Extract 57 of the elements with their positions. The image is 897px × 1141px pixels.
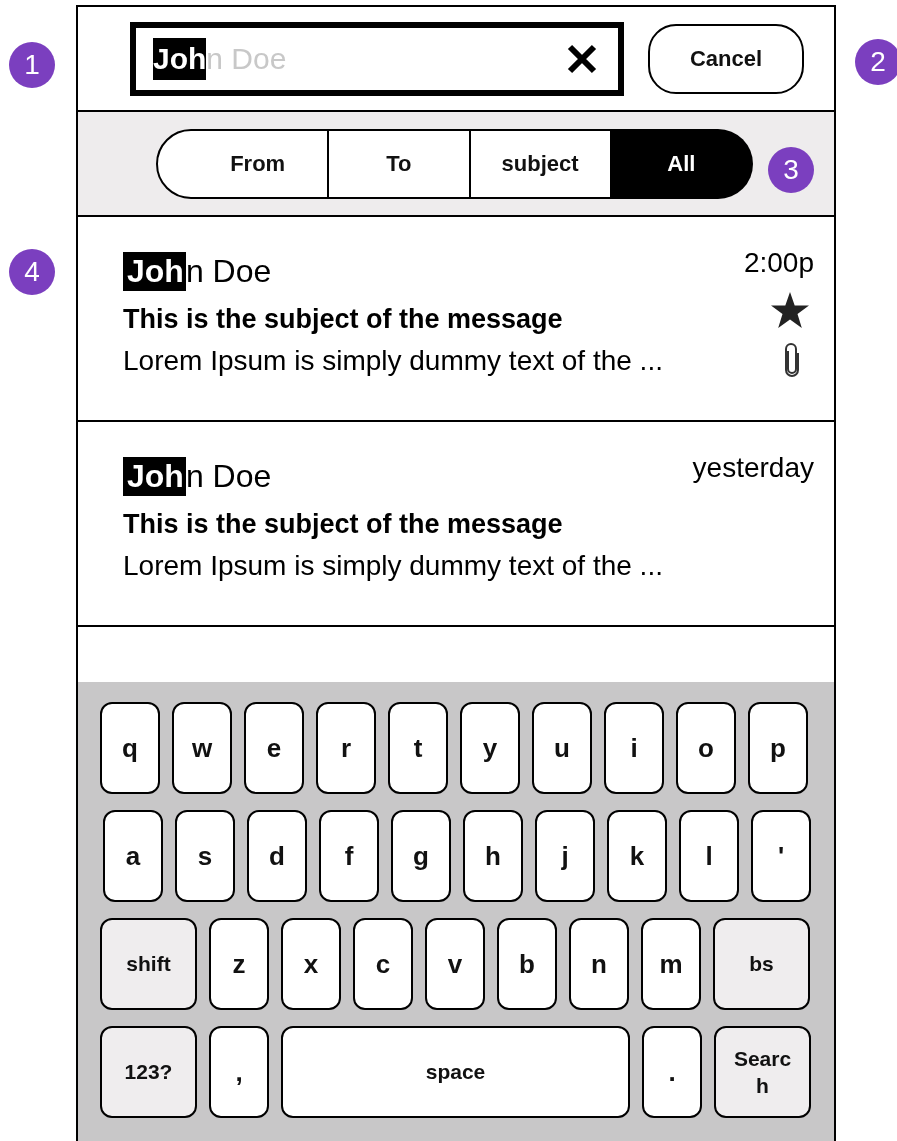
keyboard-key[interactable]: x (281, 918, 341, 1010)
keyboard-key[interactable]: j (535, 810, 595, 902)
message-time: yesterday (692, 452, 814, 484)
keyboard-key[interactable]: u (532, 702, 592, 794)
keyboard-key[interactable]: h (463, 810, 523, 902)
message-subject: This is the subject of the message (123, 304, 564, 335)
keyboard-key[interactable]: l (679, 810, 739, 902)
keyboard-key[interactable]: v (425, 918, 485, 1010)
sender-name: n Doe (185, 253, 272, 289)
message-row[interactable]: John Doe This is the subject of the message Lorem Ipsum is simply dummy text of the ... 2:00p (78, 217, 834, 422)
message-time: 2:00p (743, 247, 814, 279)
keyboard-key[interactable]: w (172, 702, 232, 794)
keyboard-key[interactable]: r (316, 702, 376, 794)
keyboard-key[interactable]: k (607, 810, 667, 902)
name-match: Joh (123, 457, 186, 496)
keyboard-key[interactable]: a (103, 810, 163, 902)
keyboard-key[interactable]: q (100, 702, 160, 794)
keyboard-key[interactable]: s (175, 810, 235, 902)
keyboard-key[interactable]: b (497, 918, 557, 1010)
keyboard-key[interactable]: Search (714, 1026, 811, 1118)
keyboard-key[interactable]: z (209, 918, 269, 1010)
cancel-button[interactable]: Cancel (648, 23, 804, 94)
keyboard-key[interactable]: 123? (100, 1026, 197, 1118)
name-match: Joh (123, 252, 186, 291)
keyboard-key[interactable]: p (748, 702, 808, 794)
keyboard-key[interactable]: n (569, 918, 629, 1010)
keyboard-key[interactable]: m (641, 918, 701, 1010)
keyboard-key[interactable]: bs (713, 918, 810, 1010)
annotation-marker: 4 (9, 249, 55, 295)
keyboard-key[interactable]: c (353, 918, 413, 1010)
search-query: Joh (153, 37, 207, 80)
message-preview: Lorem Ipsum is simply dummy text of the ... (123, 550, 664, 582)
annotation-marker: 2 (855, 39, 897, 85)
keyboard-key[interactable]: y (460, 702, 520, 794)
sender-name: n Doe (185, 458, 272, 494)
message-row[interactable]: John Doe This is the subject of the message Lorem Ipsum is simply dummy text of the ... yesterday (78, 422, 834, 627)
keyboard-key[interactable]: space (281, 1026, 630, 1118)
keyboard-key[interactable]: i (604, 702, 664, 794)
keyboard-key[interactable]: f (319, 810, 379, 902)
keyboard-key[interactable]: t (388, 702, 448, 794)
close-icon[interactable] (566, 42, 598, 75)
annotation-marker: 1 (9, 42, 55, 88)
keyboard-key[interactable]: ' (751, 810, 811, 902)
keyboard-key[interactable]: . (642, 1026, 702, 1118)
filter-tab[interactable]: To (329, 128, 471, 199)
keyboard-key[interactable]: d (247, 810, 307, 902)
filter-tab[interactable]: subject (470, 128, 612, 199)
star-icon[interactable] (770, 291, 810, 329)
filter-tab[interactable]: All (611, 128, 753, 199)
filter-tab[interactable]: From (156, 128, 330, 199)
keyboard-key[interactable]: e (244, 702, 304, 794)
keyboard-key[interactable]: o (676, 702, 736, 794)
keyboard-key[interactable]: g (391, 810, 451, 902)
message-subject: This is the subject of the message (123, 509, 564, 540)
message-preview: Lorem Ipsum is simply dummy text of the ... (123, 345, 664, 377)
keyboard-key[interactable]: shift (100, 918, 197, 1010)
keyboard-key[interactable]: , (209, 1026, 269, 1118)
